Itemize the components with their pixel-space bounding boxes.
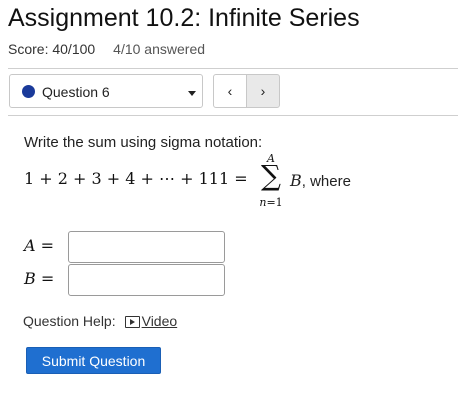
sigma-notation: A ∑ n=1 bbox=[256, 152, 286, 212]
series-expression: 1 + 2 + 3 + 4 + ⋯ + 111 = bbox=[24, 169, 248, 188]
previous-question-button[interactable]: ‹ bbox=[213, 74, 247, 108]
next-question-button[interactable]: › bbox=[246, 74, 280, 108]
sigma-index-start: =1 bbox=[266, 196, 283, 209]
answered-count: 4/10 answered bbox=[113, 41, 206, 57]
video-link-label: Video bbox=[141, 313, 178, 329]
question-select[interactable]: Question 6 bbox=[9, 74, 203, 108]
score-text: Score: 40/100 bbox=[8, 41, 96, 57]
score-line: Score: 40/100 4/10 answered bbox=[8, 41, 205, 57]
answer-b-variable: B bbox=[24, 269, 36, 288]
answer-a-equals: = bbox=[35, 236, 55, 255]
chevron-right-icon: › bbox=[260, 83, 266, 99]
question-status-dot-icon bbox=[22, 85, 35, 98]
answer-a-input[interactable] bbox=[68, 231, 225, 263]
answer-b-label: B = bbox=[24, 269, 54, 288]
question-help: Question Help: Video bbox=[23, 313, 177, 329]
question-select-label: Question 6 bbox=[42, 84, 110, 100]
question-instruction: Write the sum using sigma notation: bbox=[24, 134, 263, 151]
play-video-icon bbox=[124, 316, 140, 328]
question-help-label: Question Help: bbox=[23, 313, 116, 329]
where-text: , where bbox=[301, 173, 351, 190]
answer-b-equals: = bbox=[35, 269, 55, 288]
video-help-link[interactable]: Video bbox=[124, 313, 178, 329]
sigma-lower-limit: n=1 bbox=[256, 196, 286, 209]
summand-variable: B bbox=[290, 171, 302, 190]
answer-a-label: A = bbox=[24, 236, 54, 255]
answer-a-variable: A bbox=[24, 236, 36, 255]
chevron-left-icon: ‹ bbox=[227, 83, 233, 99]
answer-b-input[interactable] bbox=[68, 264, 225, 296]
summand-expression: B, where bbox=[290, 171, 351, 190]
divider bbox=[8, 68, 458, 69]
page-title: Assignment 10.2: Infinite Series bbox=[8, 4, 360, 32]
sigma-icon: ∑ bbox=[261, 159, 281, 192]
submit-question-button[interactable]: Submit Question bbox=[26, 347, 161, 374]
divider bbox=[8, 115, 458, 116]
assignment-page: Assignment 10.2: Infinite Series Score: … bbox=[0, 0, 458, 414]
caret-down-icon bbox=[188, 91, 196, 96]
